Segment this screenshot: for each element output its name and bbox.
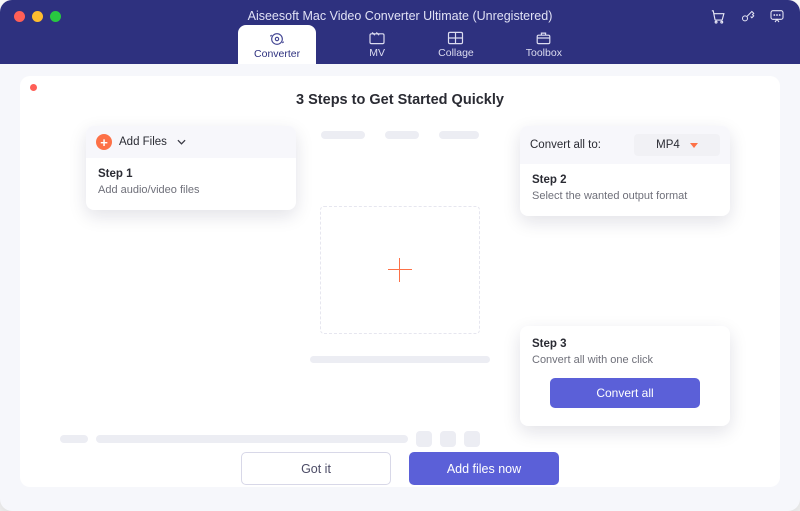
collage-icon — [447, 31, 465, 45]
tab-label: Collage — [438, 47, 474, 59]
window-title: Aiseesoft Mac Video Converter Ultimate (… — [0, 9, 800, 23]
placeholder-progress — [310, 356, 490, 363]
cart-icon[interactable] — [708, 7, 726, 25]
mv-icon — [368, 31, 386, 45]
tab-label: Toolbox — [526, 47, 562, 59]
chevron-down-icon[interactable] — [177, 139, 186, 145]
list-icon — [440, 431, 456, 447]
toolbox-icon — [535, 31, 553, 45]
placeholder-footer — [60, 431, 480, 447]
onboarding-step-1: + Add Files Step 1 Add audio/video files — [86, 126, 296, 210]
tab-collage[interactable]: Collage — [438, 31, 474, 64]
got-it-button[interactable]: Got it — [241, 452, 391, 485]
convert-all-button[interactable]: Convert all — [550, 378, 700, 408]
add-files-label: Add Files — [119, 136, 167, 148]
tab-label: Converter — [254, 48, 300, 60]
file-dropzone[interactable] — [320, 206, 480, 334]
main-tabs: Converter MV Collage Toolbox — [0, 28, 800, 64]
tab-label: MV — [369, 47, 385, 59]
output-format-value: MP4 — [656, 139, 680, 151]
step1-desc: Add audio/video files — [98, 184, 284, 196]
converter-icon — [268, 32, 286, 46]
titlebar: Aiseesoft Mac Video Converter Ultimate (… — [0, 0, 800, 64]
tab-mv[interactable]: MV — [368, 31, 386, 64]
app-window: Aiseesoft Mac Video Converter Ultimate (… — [0, 0, 800, 511]
tab-converter[interactable]: Converter — [238, 25, 316, 64]
step1-title: Step 1 — [98, 168, 284, 180]
step2-desc: Select the wanted output format — [532, 190, 718, 202]
placeholder-toolbar — [321, 131, 479, 139]
convert-to-label: Convert all to: — [530, 139, 601, 151]
tab-toolbox[interactable]: Toolbox — [526, 31, 562, 64]
close-panel-button[interactable] — [30, 84, 37, 91]
add-plus-icon: + — [96, 134, 112, 150]
onboarding-actions: Got it Add files now — [0, 452, 800, 485]
onboarding-step-3: Step 3 Convert all with one click Conver… — [520, 326, 730, 426]
key-icon[interactable] — [738, 7, 756, 25]
folder-icon — [416, 431, 432, 447]
add-files-now-button[interactable]: Add files now — [409, 452, 559, 485]
add-files-now-label: Add files now — [447, 462, 521, 476]
dropdown-triangle-icon — [690, 143, 698, 148]
step2-title: Step 2 — [532, 174, 718, 186]
onboarding-step-2: Convert all to: MP4 Step 2 Select the wa… — [520, 126, 730, 216]
step3-desc: Convert all with one click — [532, 354, 718, 366]
settings-icon — [464, 431, 480, 447]
got-it-label: Got it — [301, 462, 331, 476]
onboarding-heading: 3 Steps to Get Started Quickly — [0, 92, 800, 108]
add-files-button[interactable]: + Add Files — [86, 126, 296, 158]
convert-all-label: Convert all — [596, 386, 653, 400]
step3-title: Step 3 — [532, 338, 718, 350]
plus-icon — [388, 258, 412, 282]
feedback-icon[interactable] — [768, 7, 786, 25]
output-format-dropdown[interactable]: MP4 — [634, 134, 720, 156]
